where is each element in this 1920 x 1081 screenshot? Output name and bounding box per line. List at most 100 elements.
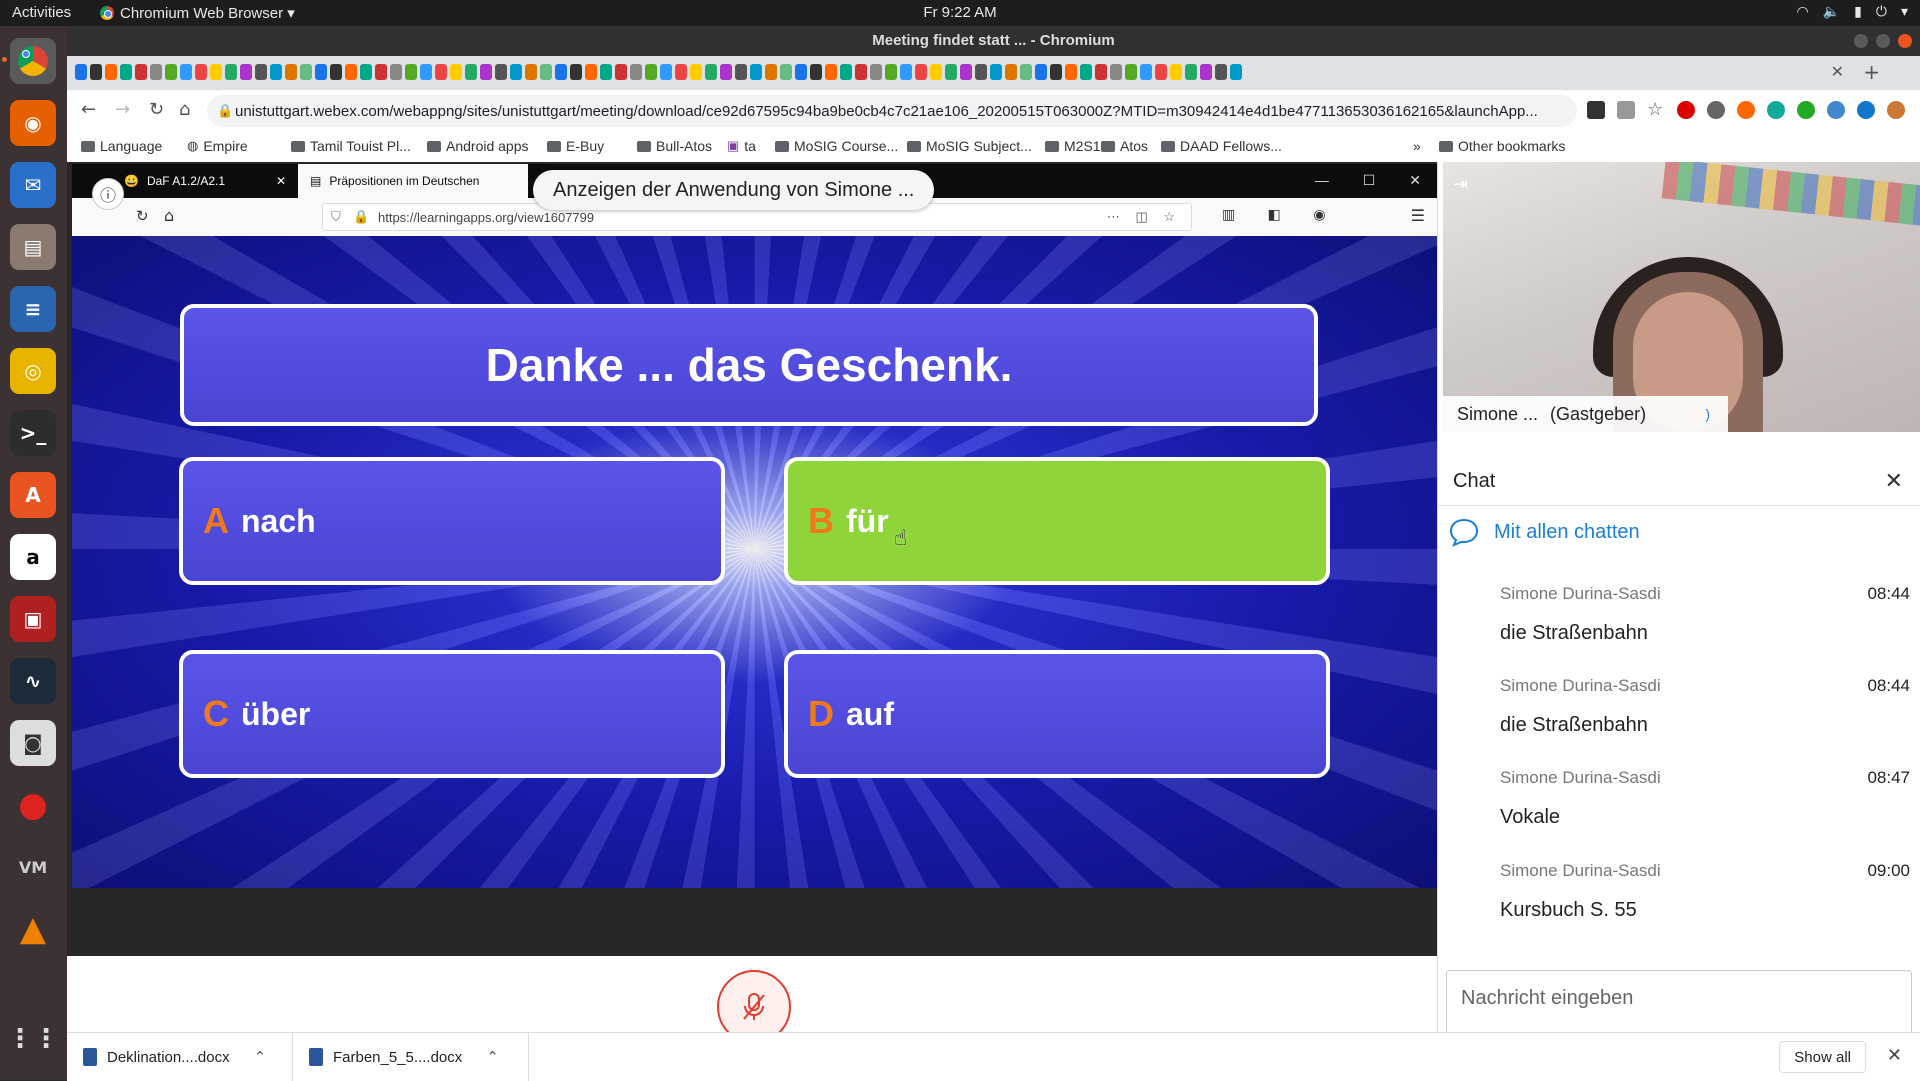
pinned-tab-favicon-icon[interactable] (1185, 64, 1197, 80)
pinned-tab-favicon-icon[interactable] (975, 64, 987, 80)
download-item[interactable]: Deklination....docx ⌃ (83, 1033, 293, 1081)
pinned-tab-favicon-icon[interactable] (540, 64, 552, 80)
bookmark-7[interactable]: MoSIG Course... (775, 138, 898, 154)
pinned-tab-favicon-icon[interactable] (1110, 64, 1122, 80)
answer-b[interactable]: B für (784, 457, 1330, 585)
participant-video[interactable]: ⇥ Simone ... (Gastgeber) ) (1443, 162, 1920, 432)
pinned-tab-favicon-icon[interactable] (930, 64, 942, 80)
pinned-tab-favicon-icon[interactable] (360, 64, 372, 80)
pinned-tabs[interactable] (75, 64, 1242, 80)
pinned-tab-favicon-icon[interactable] (1170, 64, 1182, 80)
pinned-tab-favicon-icon[interactable] (750, 64, 762, 80)
bookmarks-overflow-button[interactable]: » (1413, 138, 1421, 154)
bookmark-5[interactable]: Bull-Atos (637, 138, 712, 154)
pinned-tab-favicon-icon[interactable] (990, 64, 1002, 80)
app-menu[interactable]: Chromium Web Browser ▾ (100, 4, 295, 22)
pinned-tab-favicon-icon[interactable] (435, 64, 447, 80)
bookmark-2[interactable]: Tamil Touist Pl... (291, 138, 411, 154)
back-button[interactable]: ← (81, 99, 96, 120)
pinned-tab-favicon-icon[interactable] (405, 64, 417, 80)
pinned-tab-favicon-icon[interactable] (900, 64, 912, 80)
pinned-tab-favicon-icon[interactable] (270, 64, 282, 80)
pinned-tab-favicon-icon[interactable] (450, 64, 462, 80)
pinned-tab-favicon-icon[interactable] (675, 64, 687, 80)
bookmark-8[interactable]: MoSIG Subject... (907, 138, 1032, 154)
pinned-tab-favicon-icon[interactable] (225, 64, 237, 80)
camera-dock-icon[interactable]: ◙ (10, 720, 56, 766)
other-bookmarks[interactable]: Other bookmarks (1439, 138, 1565, 154)
bookmark-10[interactable]: Atos (1101, 138, 1148, 154)
new-tab-button[interactable]: + (1863, 60, 1880, 84)
extension-icon[interactable] (1857, 101, 1875, 119)
pinned-tab-favicon-icon[interactable] (780, 64, 792, 80)
shared-tab-active[interactable]: ▤ Präpositionen im Deutschen (298, 164, 528, 198)
bookmark-9[interactable]: M2S1 (1045, 138, 1101, 154)
pinned-tab-favicon-icon[interactable] (570, 64, 582, 80)
rhythmbox-dock-icon[interactable]: ◎ (10, 348, 56, 394)
collapse-video-icon[interactable]: ⇥ (1453, 174, 1468, 195)
star-icon[interactable]: ☆ (1647, 101, 1665, 119)
pinned-tab-favicon-icon[interactable] (90, 64, 102, 80)
pinned-tab-favicon-icon[interactable] (165, 64, 177, 80)
pinned-tab-favicon-icon[interactable] (1200, 64, 1212, 80)
pinned-tab-favicon-icon[interactable] (1020, 64, 1032, 80)
pinned-tab-favicon-icon[interactable] (75, 64, 87, 80)
pinned-tab-favicon-icon[interactable] (210, 64, 222, 80)
chromium-dock-icon[interactable] (2, 38, 56, 84)
pinned-tab-favicon-icon[interactable] (810, 64, 822, 80)
vm-dock-icon[interactable]: VM (10, 844, 56, 890)
terminal-dock-icon[interactable]: >_ (10, 410, 56, 456)
pinned-tab-favicon-icon[interactable] (495, 64, 507, 80)
pinned-tab-favicon-icon[interactable] (510, 64, 522, 80)
system-tray[interactable]: ◠ 🔈 ▮ ⏻ ▾ (1797, 3, 1908, 20)
pinned-tab-favicon-icon[interactable] (585, 64, 597, 80)
bookmark-3[interactable]: Android apps (427, 138, 529, 154)
amazon-dock-icon[interactable]: a (10, 534, 56, 580)
pinned-tab-favicon-icon[interactable] (1080, 64, 1092, 80)
show-all-button[interactable]: Show all (1779, 1041, 1866, 1073)
pinned-tab-favicon-icon[interactable] (465, 64, 477, 80)
extension-icon[interactable] (1827, 101, 1845, 119)
pinned-tab-favicon-icon[interactable] (150, 64, 162, 80)
bookmark-11[interactable]: DAAD Fellows... (1161, 138, 1282, 154)
pinned-tab-favicon-icon[interactable] (960, 64, 972, 80)
home-button[interactable]: ⌂ (179, 99, 190, 120)
pinned-tab-favicon-icon[interactable] (645, 64, 657, 80)
answer-a[interactable]: A nach (179, 457, 725, 585)
download-item[interactable]: Farben_5_5....docx ⌃ (309, 1033, 529, 1081)
pinned-tab-favicon-icon[interactable] (915, 64, 927, 80)
pinned-tab-favicon-icon[interactable] (1215, 64, 1227, 80)
answer-c[interactable]: C über (179, 650, 725, 778)
reload-button[interactable]: ↻ (149, 99, 164, 120)
pinned-tab-favicon-icon[interactable] (315, 64, 327, 80)
writer-dock-icon[interactable]: ≡ (10, 286, 56, 332)
bookmark-6[interactable]: ▣ ta (727, 138, 756, 154)
chevron-up-icon[interactable]: ⌃ (486, 1048, 499, 1066)
pinned-tab-favicon-icon[interactable] (885, 64, 897, 80)
pinned-tab-favicon-icon[interactable] (1095, 64, 1107, 80)
firefox-dock-icon[interactable]: ◉ (10, 100, 56, 146)
address-bar[interactable]: 🔒 unistuttgart.webex.com/webappng/sites/… (207, 95, 1577, 127)
avatar[interactable] (1887, 101, 1905, 119)
pinned-tab-favicon-icon[interactable] (735, 64, 747, 80)
pinned-tab-favicon-icon[interactable] (720, 64, 732, 80)
pinned-tab-favicon-icon[interactable] (795, 64, 807, 80)
pinned-tab-favicon-icon[interactable] (945, 64, 957, 80)
software-dock-icon[interactable]: A (10, 472, 56, 518)
grammarly-icon[interactable] (1797, 101, 1815, 119)
pinned-tab-favicon-icon[interactable] (300, 64, 312, 80)
pinned-tab-favicon-icon[interactable] (1005, 64, 1017, 80)
pinned-tab-favicon-icon[interactable] (105, 64, 117, 80)
pinned-tab-favicon-icon[interactable] (1050, 64, 1062, 80)
activities-button[interactable]: Activities (12, 4, 71, 21)
pinned-tab-favicon-icon[interactable] (705, 64, 717, 80)
system-monitor-dock-icon[interactable]: ∿ (10, 658, 56, 704)
pinned-tab-favicon-icon[interactable] (135, 64, 147, 80)
pinned-tab-favicon-icon[interactable] (660, 64, 672, 80)
pinned-tab-favicon-icon[interactable] (1125, 64, 1137, 80)
maximize-button[interactable] (1876, 34, 1890, 48)
shared-tab[interactable]: 😀 DaF A1.2/A2.1 ✕ (112, 164, 292, 198)
chevron-up-icon[interactable]: ⌃ (254, 1048, 267, 1066)
pinned-tab-favicon-icon[interactable] (180, 64, 192, 80)
pinned-tab-favicon-icon[interactable] (615, 64, 627, 80)
